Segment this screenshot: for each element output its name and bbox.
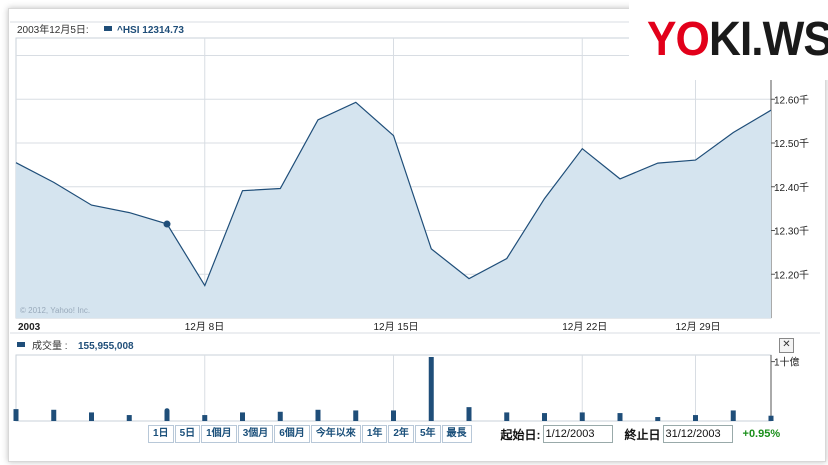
volume-y-tick-label: 1十億 [774,356,800,369]
volume-bar [542,413,547,421]
range-button-1y[interactable]: 1年 [361,425,388,443]
volume-bar [126,415,132,421]
range-button-1m[interactable]: 1個月 [201,425,237,443]
x-tick-label: 12月 22日 [562,321,607,333]
volume-bar [617,413,623,421]
start-date-input[interactable] [542,425,613,443]
range-button-6m[interactable]: 6個月 [274,425,310,443]
volume-bar [391,410,396,421]
volume-legend-swatch [17,342,25,347]
volume-bar [51,409,57,421]
legend-swatch [104,26,112,31]
volume-highlight-marker [164,408,170,414]
date-label: 2003年12月5日: [17,23,89,36]
volume-bar [730,410,736,421]
range-button-5d[interactable]: 5日 [174,425,201,443]
end-date-label: 終止日 [624,427,661,442]
x-tick-label: 2003 [18,322,41,333]
logo-text-red: YO [647,13,710,66]
series-label: ^HSI 12314.73 [117,25,184,36]
logo-text-black: KI.WS [708,13,828,66]
volume-value: 155,955,008 [78,341,134,352]
volume-bar [768,415,774,421]
volume-bar [89,412,94,421]
range-button-3m[interactable]: 3個月 [237,425,274,443]
highlight-marker [163,220,171,228]
volume-bar [353,410,359,421]
range-controls: 1日 5日 1個月 3個月 6個月 今年以來 1年 2年 5年 最長 起始日: … [148,425,780,443]
range-button-5y[interactable]: 5年 [414,425,441,443]
range-button-ytd[interactable]: 今年以來 [310,425,361,443]
copyright-watermark: © 2012, Yahoo! Inc. [20,306,90,315]
x-tick-label: 12月 15日 [374,321,419,333]
y-tick-label: 12.60千 [774,94,809,106]
end-date-input[interactable] [662,425,733,443]
volume-bar [428,356,434,421]
volume-bar [202,415,208,421]
y-tick-label: 12.40千 [774,182,809,194]
volume-bar [504,412,510,421]
percent-change: +0.95% [742,428,781,440]
y-tick-label: 12.50千 [774,138,809,150]
site-logo: YOKI.WS [629,0,828,80]
range-button-max[interactable]: 最長 [441,425,472,443]
range-button-2y[interactable]: 2年 [388,425,414,443]
volume-label: 成交量 : [32,339,68,352]
y-tick-label: 12.30千 [774,226,809,238]
volume-bar [579,412,585,421]
volume-bar [693,415,698,421]
start-date-label: 起始日: [500,427,541,442]
y-tick-label: 12.20千 [774,269,809,281]
x-tick-label: 12月 29日 [676,321,721,333]
volume-bar [655,417,661,421]
range-button-1d[interactable]: 1日 [148,425,174,443]
volume-bar [277,411,283,421]
volume-bar [240,412,245,421]
volume-bar [315,409,321,421]
volume-bar [13,409,19,421]
volume-bar [466,407,472,421]
x-tick-label: 12月 8日 [185,321,224,333]
close-volume-button[interactable]: ✕ [779,338,794,353]
